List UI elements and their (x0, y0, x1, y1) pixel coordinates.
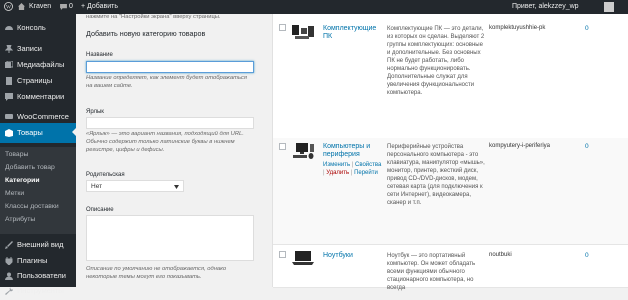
wordpress-logo-icon[interactable]: W (4, 0, 14, 14)
avatar[interactable] (604, 2, 614, 12)
delete-link[interactable]: Удалить (326, 170, 349, 176)
sidebar-item-label: Комментарии (17, 92, 65, 101)
tools-icon (5, 287, 13, 295)
pin-icon (5, 45, 13, 53)
submenu-item-categories[interactable]: Категории (5, 177, 40, 184)
parent-select[interactable]: Нет (86, 180, 184, 192)
category-description: Ноутбук — это портативный компьютер. Он … (387, 253, 476, 291)
table-row: Ноутбуки Ноутбук — это портативный компь… (273, 244, 628, 291)
category-count[interactable]: 0 (585, 252, 589, 259)
admin-sidebar: Консоль Записи Медиафайлы Страницы Комме… (0, 14, 76, 295)
category-thumbnail (292, 251, 314, 265)
slug-label: Ярлык (86, 109, 104, 115)
screen-options-hint: нажмите на "Настройки экрана" вверху стр… (86, 14, 221, 20)
users-icon (5, 272, 13, 280)
view-link[interactable]: Перейти (354, 170, 378, 176)
category-thumbnail (293, 143, 314, 159)
comment-icon (5, 93, 13, 101)
category-slug: kompyutery-i-periferiya (489, 143, 551, 149)
add-new-button[interactable]: + Добавить (81, 0, 118, 14)
comments-count[interactable]: 0 (69, 0, 73, 14)
category-name-link[interactable]: Компьютеры и периферия (323, 143, 385, 159)
category-count[interactable]: 0 (585, 143, 589, 150)
table-row: Комплектующие ПК Комплектующие ПК — это … (273, 14, 628, 139)
categories-table: Комплектующие ПК Комплектующие ПК — это … (272, 14, 628, 291)
quick-edit-link[interactable]: Свойства (355, 162, 381, 168)
sidebar-item-label: Товары (17, 128, 43, 137)
category-slug: komplektuyushhie-pk (489, 25, 546, 31)
sidebar-item-label: Консоль (17, 23, 46, 32)
slug-input[interactable] (86, 117, 254, 129)
category-slug: noutbuki (489, 252, 512, 258)
site-name-link[interactable]: Kraven (29, 0, 51, 14)
slug-hint: «Ярлык» — это вариант названия, подходящ… (86, 131, 244, 153)
chevron-down-icon (174, 185, 179, 189)
row-actions: Изменить | Свойства | Удалить | Перейти (323, 162, 382, 176)
sidebar-item-products[interactable]: Товары (0, 123, 76, 143)
sidebar-item-comments[interactable]: Комментарии (0, 88, 76, 106)
sidebar-item-dashboard[interactable]: Консоль (0, 19, 76, 37)
user-greeting[interactable]: Привет, alekzzey_wp (512, 0, 579, 14)
category-description: Комплектующие ПК — это детали, из которы… (387, 26, 485, 96)
sidebar-item-tools[interactable]: Инструменты (0, 282, 76, 300)
table-row: Компьютеры и периферия Изменить | Свойст… (273, 138, 628, 245)
category-thumbnail (292, 25, 314, 39)
row-checkbox[interactable] (279, 24, 286, 31)
category-count[interactable]: 0 (585, 25, 589, 32)
submenu-item-shipping-classes[interactable]: Классы доставки (5, 203, 59, 210)
admin-bar: W Kraven 0 + Добавить Привет, alekzzey_w… (0, 0, 628, 14)
row-checkbox[interactable] (279, 143, 286, 150)
name-hint: Название определяет, как элемент будет о… (86, 75, 248, 89)
description-label: Описание (86, 207, 114, 213)
home-icon (18, 0, 25, 14)
products-icon (5, 129, 13, 137)
products-submenu: Товары Добавить товар Категории Метки Кл… (0, 147, 76, 234)
form-heading: Добавить новую категорию товаров (86, 29, 206, 38)
submenu-item-products[interactable]: Товары (5, 151, 28, 158)
dashboard-icon (5, 26, 13, 30)
description-textarea[interactable] (86, 215, 254, 261)
category-description: Периферийные устройства персонального ко… (387, 144, 485, 206)
category-name-link[interactable]: Ноутбуки (323, 252, 385, 260)
description-hint: Описание по умолчанию не отображается, о… (86, 266, 227, 280)
submenu-item-tags[interactable]: Метки (5, 190, 24, 197)
page-icon (6, 77, 12, 85)
name-label: Название (86, 52, 113, 58)
submenu-item-attributes[interactable]: Атрибуты (5, 216, 35, 223)
row-checkbox[interactable] (279, 251, 286, 258)
parent-select-value: Нет (91, 183, 103, 190)
woocommerce-icon (5, 114, 13, 119)
media-icon (5, 61, 13, 68)
brush-icon (5, 241, 13, 249)
edit-link[interactable]: Изменить (323, 162, 350, 168)
add-category-form: нажмите на "Настройки экрана" вверху стр… (82, 14, 260, 287)
submenu-item-add-product[interactable]: Добавить товар (5, 164, 55, 171)
sidebar-item-label: Инструменты (17, 286, 64, 295)
plugin-icon (5, 257, 13, 265)
name-input[interactable] (86, 61, 254, 73)
category-name-link[interactable]: Комплектующие ПК (323, 25, 385, 41)
parent-label: Родительская (86, 172, 125, 178)
comments-icon[interactable] (60, 0, 67, 14)
